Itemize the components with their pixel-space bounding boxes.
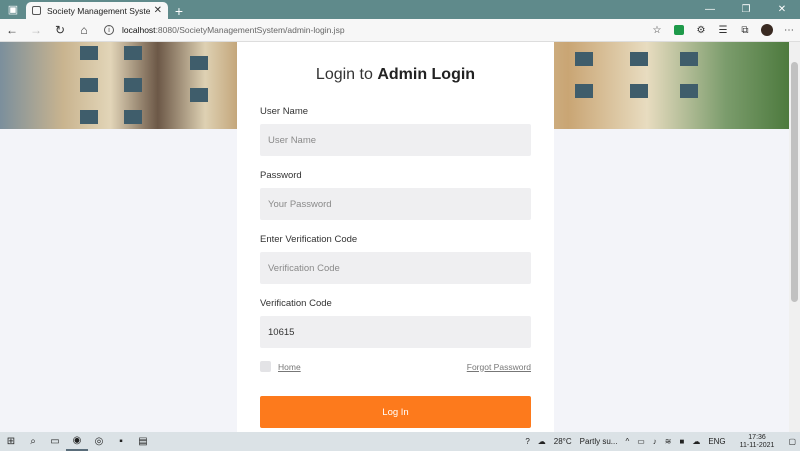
extension-icon[interactable] [668, 19, 690, 42]
volume-icon[interactable]: ♪ [649, 437, 661, 446]
tab-title: Society Management System [47, 5, 150, 16]
collections-icon[interactable]: ⧉ [734, 19, 756, 42]
title-prefix: Login to [315, 66, 373, 83]
browser-toolbar: ← → ↻ ⌂ i localhost:8080/SocietyManageme… [0, 19, 800, 42]
clock-date: 11-11-2021 [739, 441, 775, 449]
url-host: localhost [122, 25, 156, 35]
page-favicon-icon [32, 6, 41, 15]
favorites-icon[interactable]: ☰ [712, 19, 734, 42]
browser-tab-strip: ▣ Society Management System ✕ + — ❐ ✕ [0, 0, 800, 19]
forgot-password-link[interactable]: Forgot Password [467, 362, 531, 372]
more-menu-icon[interactable]: ⋯ [778, 19, 800, 42]
username-group: User Name [260, 106, 531, 156]
username-label: User Name [260, 106, 309, 117]
password-group: Password [260, 170, 531, 220]
extensions-puzzle-icon[interactable]: ⚙ [690, 19, 712, 42]
browser-tools: ☆ ⚙ ☰ ⧉ ⋯ [646, 19, 800, 42]
task-view-icon[interactable]: ▭ [44, 432, 66, 451]
enter-code-group: Enter Verification Code [260, 234, 531, 284]
edge-browser-icon[interactable]: ◉ [66, 432, 88, 451]
username-input[interactable] [260, 124, 531, 156]
clock-time: 17:36 [748, 433, 766, 441]
code-group: Verification Code [260, 298, 531, 348]
code-label: Verification Code [260, 298, 332, 309]
checkbox[interactable] [260, 361, 271, 372]
app-tray-icon[interactable]: ■ [675, 437, 688, 446]
terminal-icon[interactable]: ▪ [110, 432, 132, 451]
title-bold: Admin Login [377, 66, 476, 83]
restore-icon[interactable]: ❐ [728, 0, 764, 19]
back-button[interactable]: ← [0, 19, 24, 42]
minimize-icon[interactable]: — [692, 0, 728, 19]
taskbar: ⊞ ⌕ ▭ ◉ ◎ ▪ ▤ ? ☁ 28°C Partly su... ^ ▭ … [0, 432, 800, 451]
forward-button[interactable]: → [24, 19, 48, 42]
onedrive-icon[interactable]: ☁ [688, 437, 704, 446]
login-button[interactable]: Log In [260, 396, 531, 428]
page-viewport: Login to Admin Login User Name Password … [0, 42, 789, 432]
refresh-button[interactable]: ↻ [48, 19, 72, 42]
generated-code-field[interactable] [260, 316, 531, 348]
tray-chevron-icon[interactable]: ^ [621, 437, 633, 446]
scrollbar-thumb[interactable] [791, 62, 798, 302]
home-link-wrap: Home [260, 361, 301, 372]
close-tab-icon[interactable]: ✕ [154, 5, 162, 16]
help-icon[interactable]: ? [521, 437, 533, 446]
verification-code-input[interactable] [260, 252, 531, 284]
login-card: Login to Admin Login User Name Password … [237, 42, 554, 432]
profile-avatar[interactable] [756, 19, 778, 42]
home-button[interactable]: ⌂ [72, 19, 96, 42]
links-row: Home Forgot Password [260, 361, 531, 372]
clock[interactable]: 17:36 11-11-2021 [730, 434, 785, 450]
browser-tab[interactable]: Society Management System ✕ [26, 2, 168, 19]
address-bar[interactable]: i localhost:8080/SocietyManagementSystem… [96, 21, 596, 40]
password-input[interactable] [260, 188, 531, 220]
wifi-icon[interactable]: ≋ [661, 437, 676, 446]
notifications-icon[interactable]: ▢ [784, 437, 800, 446]
system-tray: ? ☁ 28°C Partly su... ^ ▭ ♪ ≋ ■ ☁ ENG 17… [521, 434, 800, 450]
url-path: :8080/SocietyManagementSystem/admin-logi… [155, 25, 345, 35]
tab-actions-icon[interactable]: ▣ [0, 0, 26, 19]
favorite-star-icon[interactable]: ☆ [646, 19, 668, 42]
page-title: Login to Admin Login [260, 66, 531, 84]
close-window-icon[interactable]: ✕ [764, 0, 800, 19]
weather-icon: ☁ [537, 437, 546, 446]
app-icon[interactable]: ◎ [88, 432, 110, 451]
file-explorer-icon[interactable]: ▤ [132, 432, 154, 451]
search-icon[interactable]: ⌕ [22, 432, 44, 451]
password-label: Password [260, 170, 302, 181]
site-info-icon[interactable]: i [104, 25, 114, 35]
weather-temp[interactable]: 28°C [550, 437, 576, 446]
home-link[interactable]: Home [278, 362, 301, 372]
weather-desc[interactable]: Partly su... [576, 437, 622, 446]
language-indicator[interactable]: ENG [704, 437, 729, 446]
enter-code-label: Enter Verification Code [260, 234, 358, 245]
start-icon[interactable]: ⊞ [0, 432, 22, 451]
window-controls: — ❐ ✕ [692, 0, 800, 19]
new-tab-button[interactable]: + [168, 2, 190, 19]
page-scrollbar[interactable] [789, 42, 800, 432]
battery-icon[interactable]: ▭ [633, 437, 649, 446]
